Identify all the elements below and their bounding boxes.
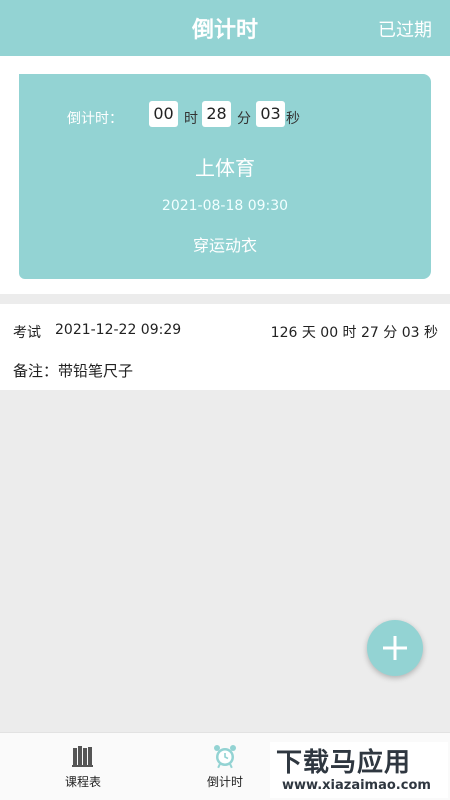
event-type: 考试 bbox=[13, 325, 41, 341]
watermark: 下载马应用 www.xiazaimao.com bbox=[270, 742, 448, 798]
minutes-box: 28 bbox=[202, 101, 231, 127]
event-title: 上体育 bbox=[195, 156, 255, 180]
countdown-label: 倒计时： bbox=[67, 111, 123, 127]
plus-icon bbox=[383, 636, 407, 660]
list-item[interactable]: 考试 2021-12-22 09:29 126 天 00 时 27 分 03 秒… bbox=[0, 304, 450, 390]
expired-button[interactable]: 已过期 bbox=[378, 16, 432, 42]
event-note: 穿运动衣 bbox=[192, 236, 257, 255]
add-button[interactable] bbox=[367, 620, 423, 676]
seconds-unit: 秒 bbox=[286, 111, 300, 127]
alarm-clock-icon bbox=[214, 745, 236, 769]
books-icon bbox=[72, 746, 93, 767]
event-note: 备注：带铅笔尺子 bbox=[13, 362, 134, 380]
event-datetime: 2021-12-22 09:29 bbox=[55, 322, 182, 338]
featured-countdown-card[interactable]: 倒计时： 00 时 28 分 03 秒 上体育 2021-08-18 09:30… bbox=[19, 74, 431, 279]
seconds-box: 03 bbox=[256, 101, 285, 127]
section-divider bbox=[0, 294, 450, 304]
remaining-time: 126 天 00 时 27 分 03 秒 bbox=[270, 325, 438, 341]
minutes-unit: 分 bbox=[237, 111, 251, 127]
nav-item-schedule[interactable]: 课程表 bbox=[8, 733, 158, 800]
app-header: 倒计时 已过期 bbox=[0, 0, 450, 56]
hours-box: 00 bbox=[149, 101, 178, 127]
nav-label-schedule: 课程表 bbox=[64, 775, 101, 789]
hours-unit: 时 bbox=[184, 111, 198, 127]
watermark-text: 下载马应用 bbox=[276, 748, 412, 778]
event-datetime: 2021-08-18 09:30 bbox=[161, 198, 289, 214]
watermark-url: www.xiazaimao.com bbox=[282, 778, 431, 793]
